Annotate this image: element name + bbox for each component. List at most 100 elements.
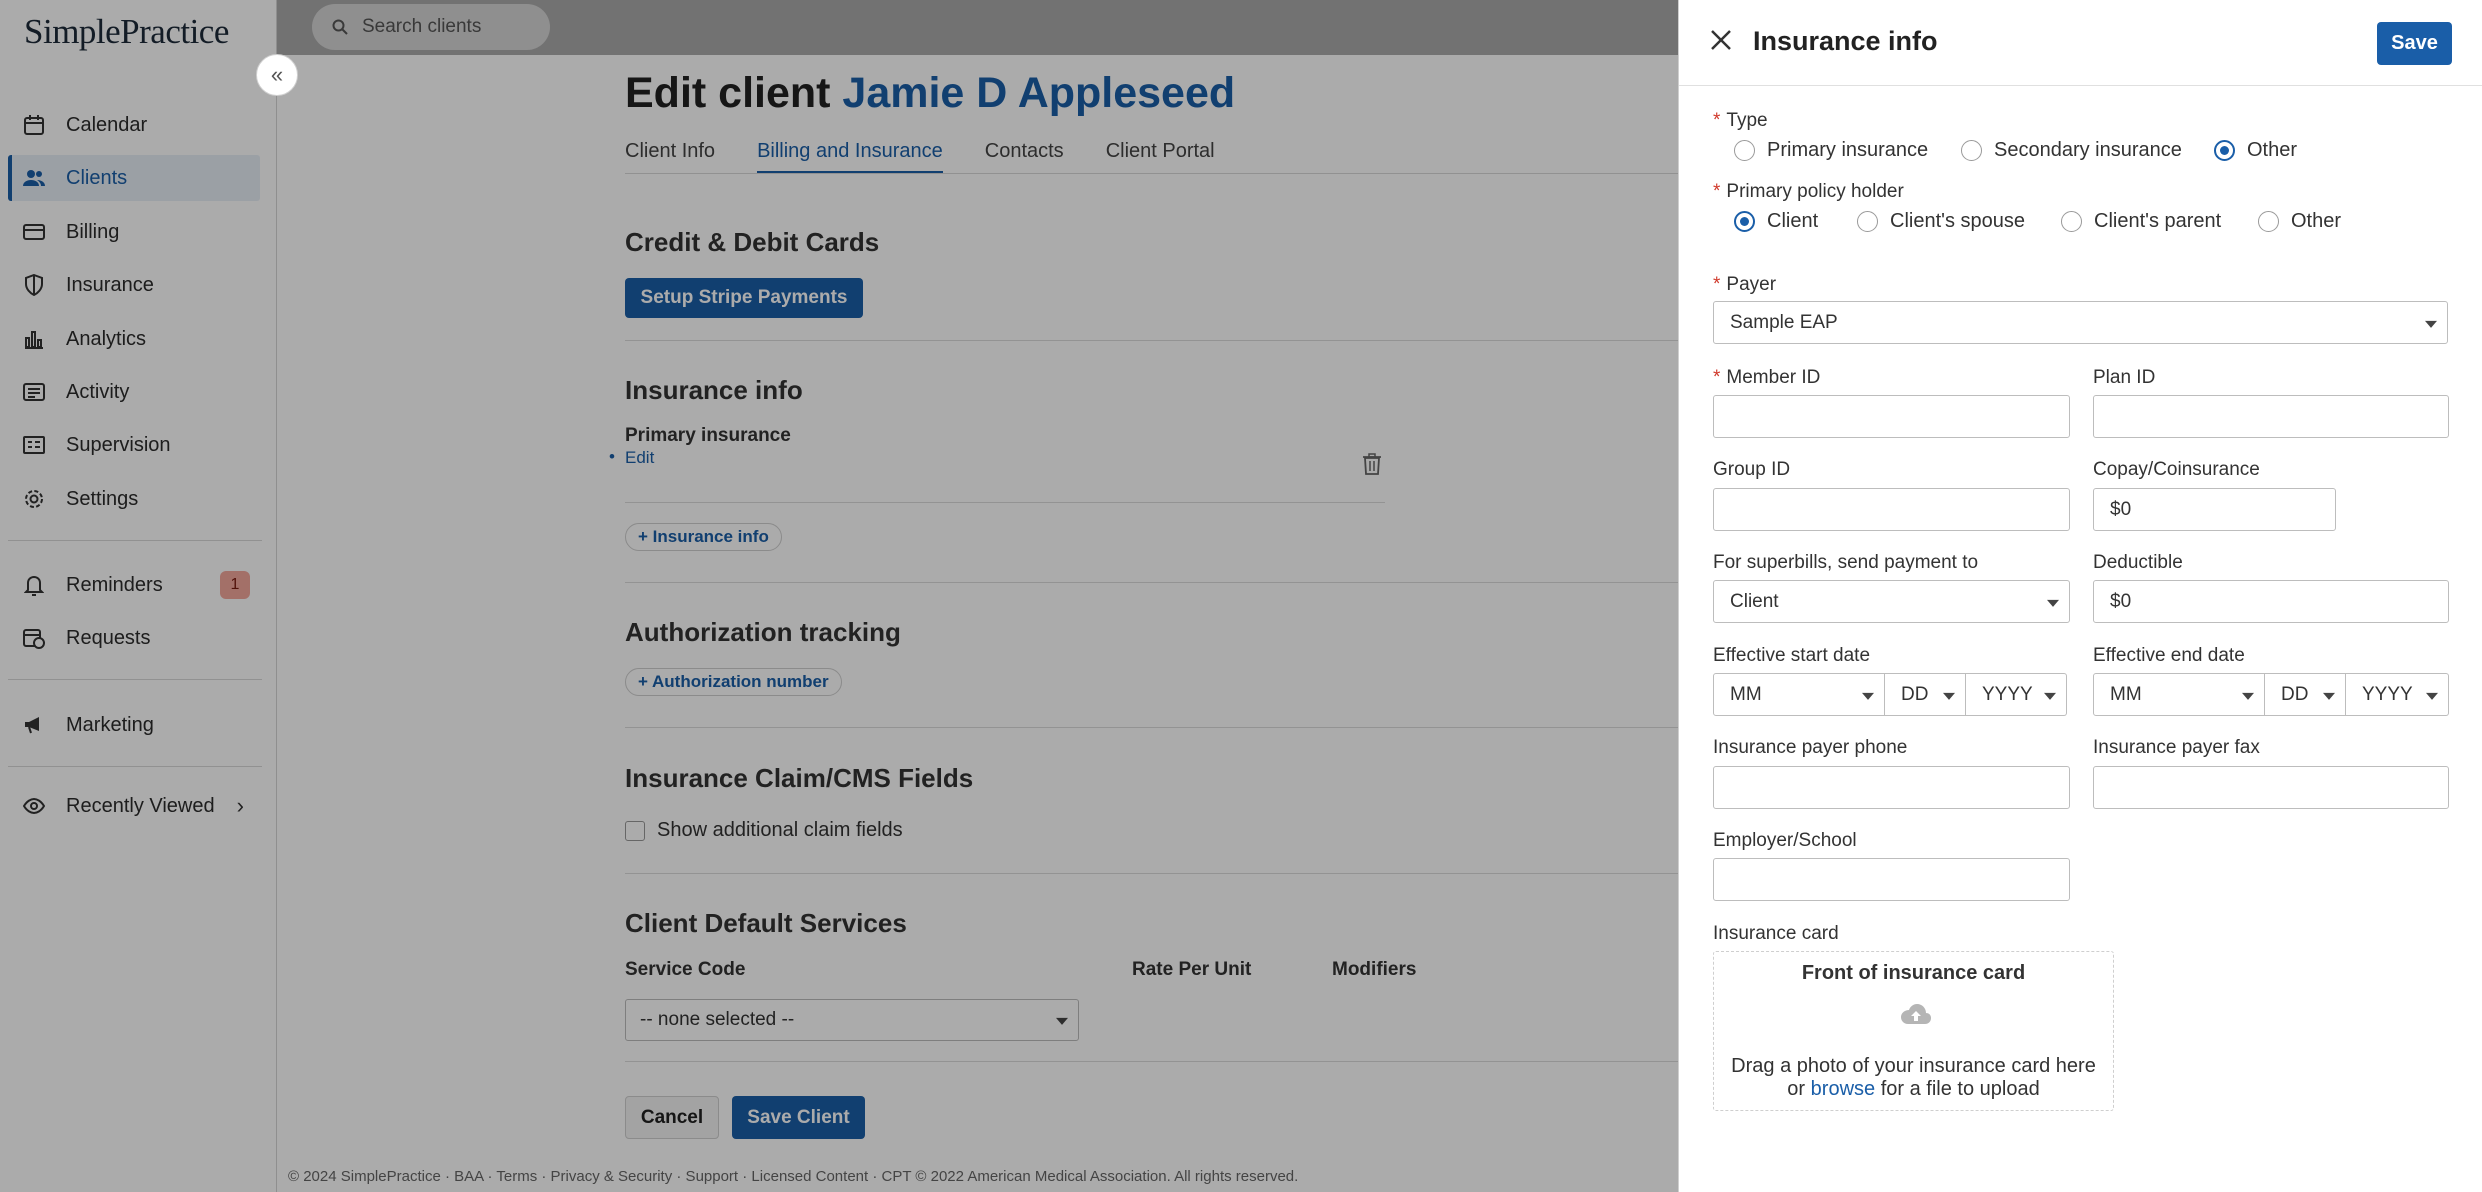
end-year-select[interactable]: YYYY — [2346, 673, 2449, 716]
panel-title: Insurance info — [1753, 26, 1938, 56]
radio[interactable] — [1857, 211, 1878, 232]
tab-contacts[interactable]: Contacts — [985, 140, 1064, 174]
start-day-value: DD — [1901, 683, 1929, 705]
caret-down-icon — [2242, 692, 2254, 700]
show-claim-fields-checkbox[interactable]: Show additional claim fields — [625, 819, 903, 842]
tab-bar: Client Info Billing and Insurance Contac… — [625, 140, 1257, 174]
payer-fax-input[interactable] — [2093, 766, 2449, 809]
radio[interactable] — [2258, 211, 2279, 232]
sidebar-item-requests[interactable]: Requests — [8, 615, 260, 661]
service-code-select[interactable]: -- none selected -- — [625, 999, 1079, 1041]
sidebar-item-label: Calendar — [66, 113, 148, 136]
cancel-button[interactable]: Cancel — [625, 1096, 719, 1139]
sidebar-item-label: Requests — [66, 626, 151, 649]
type-option-primary[interactable]: Primary insurance — [1734, 139, 1928, 162]
end-day-value: DD — [2281, 683, 2309, 705]
deductible-input[interactable]: $0 — [2093, 580, 2449, 623]
claim-section-title: Insurance Claim/CMS Fields — [625, 763, 974, 793]
sidebar-item-recently-viewed[interactable]: Recently Viewed › — [8, 783, 260, 829]
employer-input[interactable] — [1713, 858, 2070, 901]
start-month-select[interactable]: MM — [1713, 673, 1885, 716]
sidebar-item-supervision[interactable]: Supervision — [8, 422, 260, 468]
caret-down-icon — [2047, 599, 2059, 607]
nav-divider — [8, 679, 262, 680]
dropzone-instructions: Drag a photo of your insurance card here… — [1714, 1055, 2113, 1101]
start-year-select[interactable]: YYYY — [1966, 673, 2067, 716]
supervision-icon — [22, 433, 46, 457]
sidebar-item-billing[interactable]: Billing — [8, 209, 260, 255]
checkbox[interactable] — [625, 820, 645, 841]
search-icon — [332, 19, 348, 35]
sidebar-item-label: Supervision — [66, 433, 171, 456]
panel-save-button[interactable]: Save — [2377, 22, 2452, 65]
payer-phone-input[interactable] — [1713, 766, 2070, 809]
radio[interactable] — [1734, 140, 1755, 161]
sidebar-item-label: Analytics — [66, 327, 147, 350]
payer-select[interactable]: Sample EAP — [1713, 301, 2448, 344]
caret-down-icon — [2044, 692, 2056, 700]
insurance-section-title: Insurance info — [625, 375, 803, 405]
setup-stripe-button[interactable]: Setup Stripe Payments — [625, 278, 863, 318]
sidebar-item-clients[interactable]: Clients — [8, 155, 260, 201]
tab-client-info[interactable]: Client Info — [625, 140, 715, 174]
sidebar-item-analytics[interactable]: Analytics — [8, 316, 260, 362]
holder-option-client[interactable]: Client — [1734, 210, 1818, 233]
holder-option-other[interactable]: Other — [2258, 210, 2341, 233]
sidebar-item-settings[interactable]: Settings — [8, 476, 260, 522]
insurance-card-dropzone[interactable]: Front of insurance card Drag a photo of … — [1713, 951, 2114, 1111]
insurance-card-label: Insurance card — [1713, 923, 1839, 944]
add-authorization-number-button[interactable]: + Authorization number — [625, 668, 842, 696]
required-asterisk: * — [1713, 110, 1721, 131]
group-id-input[interactable] — [1713, 488, 2070, 531]
end-month-value: MM — [2110, 683, 2142, 705]
start-day-select[interactable]: DD — [1885, 673, 1966, 716]
save-client-button[interactable]: Save Client — [732, 1096, 865, 1139]
close-icon[interactable] — [1709, 28, 1735, 54]
search-input[interactable]: Search clients — [312, 4, 550, 50]
add-insurance-info-button[interactable]: + Insurance info — [625, 523, 782, 551]
collapse-sidebar-button[interactable]: « — [256, 54, 298, 96]
radio-selected[interactable] — [2214, 140, 2235, 161]
tab-billing-and-insurance[interactable]: Billing and Insurance — [757, 140, 943, 174]
payer-fax-label: Insurance payer fax — [2093, 737, 2260, 758]
page-title: Edit client Jamie D Appleseed — [625, 69, 1235, 118]
nav-divider — [8, 540, 262, 541]
caret-down-icon — [1943, 692, 1955, 700]
sidebar-item-label: Recently Viewed — [66, 794, 215, 817]
member-id-input[interactable] — [1713, 395, 2070, 438]
radio[interactable] — [2061, 211, 2082, 232]
superbills-label: For superbills, send payment to — [1713, 552, 1979, 573]
plan-id-input[interactable] — [2093, 395, 2449, 438]
caret-down-icon — [1862, 692, 1874, 700]
sidebar-item-reminders[interactable]: Reminders 1 — [8, 562, 260, 608]
group-id-label: Group ID — [1713, 459, 1791, 480]
front-card-title: Front of insurance card — [1801, 962, 2026, 984]
sidebar-item-activity[interactable]: Activity — [8, 369, 260, 415]
radio[interactable] — [1961, 140, 1982, 161]
type-option-secondary[interactable]: Secondary insurance — [1961, 139, 2182, 162]
copay-input[interactable]: $0 — [2093, 488, 2336, 531]
cloud-upload-icon — [1900, 1002, 1932, 1031]
sidebar-item-marketing[interactable]: Marketing — [8, 702, 260, 748]
tab-client-portal[interactable]: Client Portal — [1106, 140, 1215, 174]
payer-label-text: Payer — [1726, 274, 1777, 295]
browse-link[interactable]: browse — [1811, 1078, 1875, 1100]
end-month-select[interactable]: MM — [2093, 673, 2265, 716]
radio-selected[interactable] — [1734, 211, 1755, 232]
sidebar-item-label: Insurance — [66, 273, 154, 296]
start-date-label: Effective start date — [1713, 645, 1871, 666]
type-option-other[interactable]: Other — [2214, 139, 2297, 162]
end-date-label: Effective end date — [2093, 645, 2245, 666]
sidebar-item-insurance[interactable]: Insurance — [8, 262, 260, 308]
holder-option-spouse[interactable]: Client's spouse — [1857, 210, 2025, 233]
end-day-select[interactable]: DD — [2265, 673, 2346, 716]
double-chevron-left-icon: « — [270, 62, 284, 87]
service-code-value: -- none selected -- — [640, 1009, 795, 1030]
calendar-icon — [22, 113, 46, 137]
edit-insurance-link[interactable]: Edit — [625, 448, 654, 468]
sidebar-item-calendar[interactable]: Calendar — [8, 102, 260, 148]
trash-icon[interactable] — [1362, 453, 1382, 480]
superbills-select[interactable]: Client — [1713, 580, 2070, 623]
holder-option-parent[interactable]: Client's parent — [2061, 210, 2221, 233]
required-asterisk: * — [1713, 181, 1721, 202]
